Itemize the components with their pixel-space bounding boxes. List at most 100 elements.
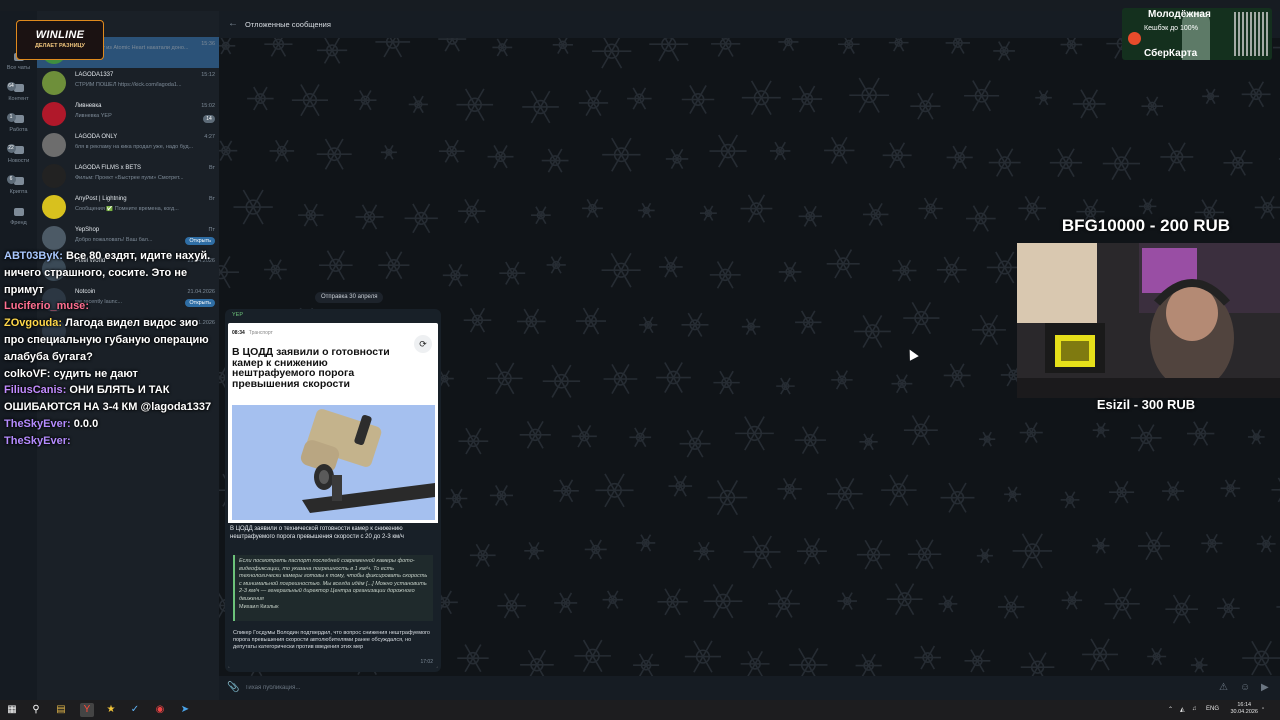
snowflake-icon — [966, 205, 996, 232]
chat-item[interactable]: LAGODA ONLY 4:27 бля в рекламу на кика про… — [37, 130, 219, 161]
file-explorer-icon[interactable]: ▤ — [54, 703, 68, 717]
snowflake-icon — [849, 77, 890, 113]
snowflake-icon — [703, 584, 743, 619]
scheduled-message[interactable]: YEP 08:34 Транспорт ⟳ В ЦОДД заявили о го… — [225, 309, 441, 672]
winline-title: WINLINE — [35, 29, 85, 41]
snowflake-icon — [881, 474, 917, 506]
snowflake-icon — [740, 650, 770, 676]
snowflake-icon — [700, 205, 717, 221]
snowflake-icon — [827, 478, 863, 510]
share-icon[interactable]: ⟳ — [414, 335, 432, 353]
arrow-left-icon[interactable]: ← — [228, 18, 238, 29]
send-icon[interactable]: ▶ — [1261, 682, 1269, 693]
snowflake-icon — [1247, 429, 1265, 445]
news-card: 08:34 Транспорт ⟳ В ЦОДД заявили о готовн… — [228, 323, 438, 668]
folder-item[interactable]: 1 Работа — [0, 111, 37, 142]
message-input[interactable] — [245, 683, 645, 693]
snowflake-icon — [888, 38, 909, 52]
snowflake-icon — [856, 539, 891, 570]
stream-chat-separator: : — [66, 417, 74, 430]
folder-item[interactable]: 22 Новости — [0, 142, 37, 173]
folder-label: Контент — [8, 96, 29, 102]
quote-author: Михаил Кизлык — [239, 603, 279, 610]
paperclip-icon[interactable]: 📎 — [227, 682, 239, 693]
snowflake-icon — [1020, 652, 1055, 676]
snowflake-icon — [584, 539, 607, 560]
folder-icon — [13, 208, 24, 216]
chat-preview: Сообщения ✅ Помните времена, когд... — [75, 206, 179, 212]
snowflake-icon — [638, 202, 655, 218]
snowflake-icon — [1082, 638, 1119, 671]
snowflake-icon — [1223, 149, 1253, 176]
snowflake-icon — [499, 261, 526, 285]
folder-item[interactable]: 64 Контент — [0, 80, 37, 111]
obs-icon[interactable]: ◉ — [153, 703, 167, 717]
folder-item[interactable]: Френд — [0, 204, 37, 235]
snowflake-icon — [375, 38, 411, 58]
snowflake-icon — [1092, 422, 1110, 438]
date-badge: Отправка 30 апреля — [315, 292, 384, 303]
snowflake-icon — [837, 592, 857, 610]
snowflake-icon — [639, 316, 658, 334]
snowflake-icon — [291, 84, 329, 117]
folder-item[interactable]: 6 Крипта — [0, 173, 37, 204]
snowflake-icon — [707, 480, 748, 516]
telegram-icon[interactable]: ➤ — [178, 703, 192, 717]
search-icon[interactable]: ⚲ — [29, 703, 43, 717]
snowflake-icon — [1165, 594, 1198, 624]
chat-time: Вт — [208, 165, 215, 171]
snowflake-icon — [524, 542, 544, 560]
message-sender[interactable]: YEP — [232, 312, 243, 318]
chat-item[interactable]: LAGODA1337 15:12 СТРИМ ПОШЕЛ https://kick.… — [37, 68, 219, 99]
snowflake-icon — [489, 485, 514, 506]
stream-chat-separator: : — [66, 434, 71, 447]
message-body: Спикер Госдумы Володин подтвердил, что в… — [233, 630, 430, 651]
snowflake-icon — [601, 252, 641, 288]
chat-item[interactable]: AnyPost | Lightning Вт Сообщения ✅ Помните… — [37, 192, 219, 223]
winline-logo: WINLINE ДЕЛАЕТ РАЗНИЦУ — [16, 20, 104, 60]
app-icon[interactable]: ★ — [104, 703, 118, 717]
snowflake-icon — [264, 38, 293, 57]
notification-icon[interactable]: ▫ — [1262, 706, 1264, 712]
snowflake-icon — [656, 362, 691, 393]
snowflake-icon — [627, 87, 652, 110]
windows-start-icon[interactable]: ▦ — [5, 703, 19, 717]
chat-time: Вт — [208, 196, 215, 202]
snowflake-icon — [907, 539, 942, 570]
avatar — [42, 133, 66, 157]
snowflake-icon — [522, 90, 559, 124]
stream-chat-nick: colkoVF — [4, 367, 47, 380]
volume-icon[interactable]: ♫ — [1192, 706, 1197, 712]
snowflake-icon — [792, 85, 823, 113]
snowflake-icon — [1256, 535, 1276, 553]
chat-time: Пт — [208, 227, 215, 233]
mute-bell-icon[interactable]: ⚠ — [1219, 682, 1228, 693]
chat-name: LAGODA1337 — [75, 72, 114, 78]
network-icon[interactable]: ◭ — [1180, 706, 1185, 713]
tray-chevron-icon[interactable]: ⌃ — [1168, 706, 1173, 713]
chat-name: Ливневка — [75, 103, 102, 109]
chat-item[interactable]: LAGODA FILMS x BETS Вт Фильм: Проект «Быст… — [37, 161, 219, 192]
snowflake-icon — [938, 595, 958, 613]
snowflake-icon — [317, 38, 348, 64]
snowflake-icon — [629, 427, 652, 448]
snowflake-icon — [219, 38, 236, 55]
folder-badge: 6 — [6, 175, 16, 184]
open-app-button[interactable]: Открыть — [185, 237, 215, 245]
chat-item[interactable]: Ливневка 15:02 Ливневка YEP 14 — [37, 99, 219, 130]
snowflake-icon — [438, 139, 465, 163]
snowflake-icon — [903, 301, 940, 335]
snowflake-icon — [679, 429, 711, 458]
emoji-icon[interactable]: ☺ — [1240, 682, 1250, 693]
camera-photo[interactable] — [232, 405, 435, 520]
taskbar-clock[interactable]: 16:14 30.04.2026 — [1230, 702, 1258, 716]
snowflake-icon — [945, 38, 971, 54]
stream-chat-nick: Luciferio_muse — [4, 300, 86, 313]
language-indicator[interactable]: ENG — [1206, 706, 1219, 712]
yandex-browser-icon[interactable]: Y — [80, 703, 94, 717]
folder-label: Френд — [10, 220, 27, 226]
check-app-icon[interactable]: ✓ — [128, 703, 142, 717]
message-caption: В ЦОДД заявили о технической готовности … — [230, 526, 404, 540]
snowflake-icon — [602, 590, 623, 609]
snowflake-icon — [778, 38, 799, 52]
